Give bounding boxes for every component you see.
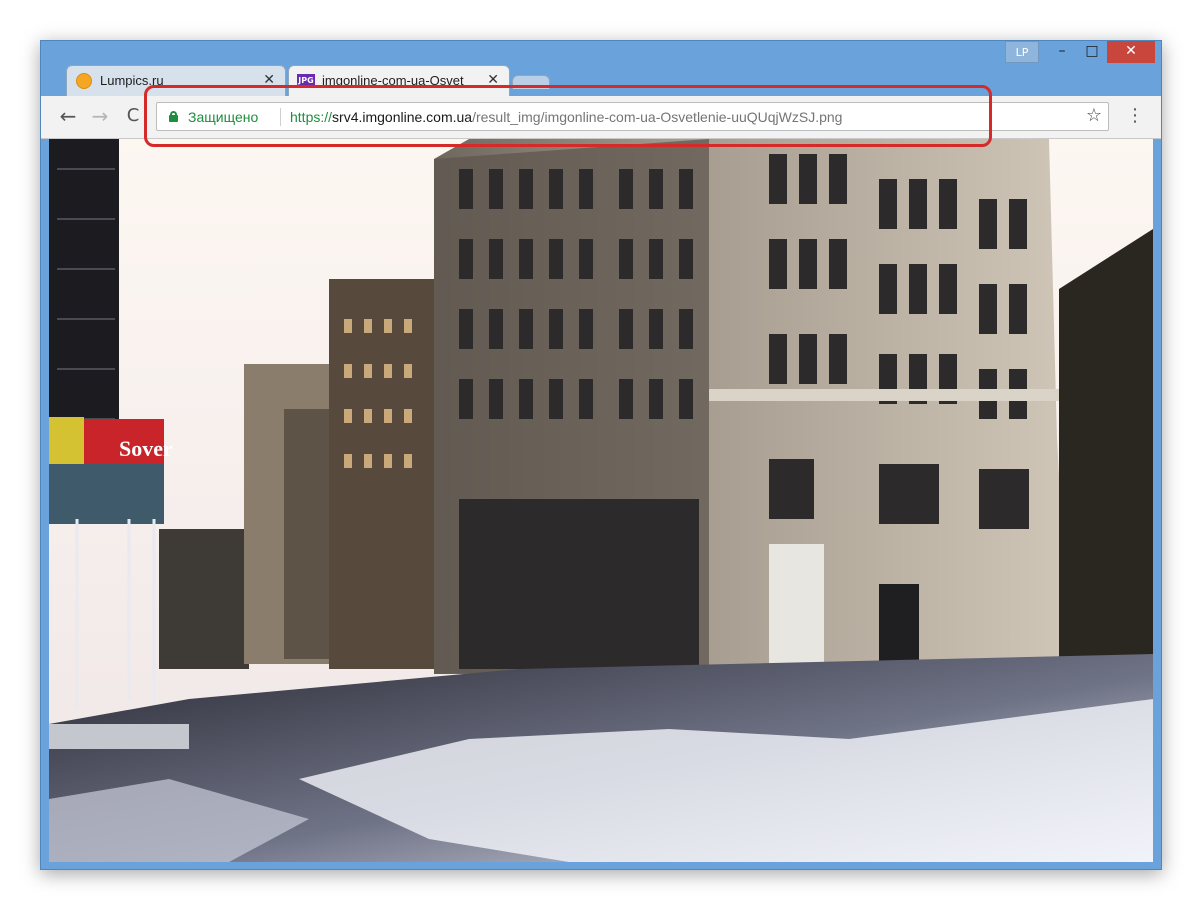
maximize-button[interactable]: □ [1077, 41, 1107, 63]
menu-icon[interactable]: ⋮ [1126, 104, 1144, 128]
close-window-button[interactable]: ✕ [1107, 41, 1155, 63]
reload-button[interactable]: C [121, 104, 145, 128]
page-viewport: Sover [49, 139, 1153, 862]
store-sign-text: Sover [119, 436, 173, 461]
browser-window: LP – □ ✕ Lumpics.ru ✕ JPG imgonline-com-… [40, 40, 1162, 870]
address-bar-highlight [144, 85, 992, 147]
profile-badge[interactable]: LP [1005, 41, 1039, 63]
back-button[interactable]: ← [56, 104, 80, 128]
forward-button[interactable]: → [88, 104, 112, 128]
bookmark-star-icon[interactable]: ☆ [1086, 105, 1102, 126]
orange-circle-icon [76, 73, 92, 89]
minimize-button[interactable]: – [1047, 41, 1077, 63]
street-photo: Sover [49, 139, 1153, 862]
